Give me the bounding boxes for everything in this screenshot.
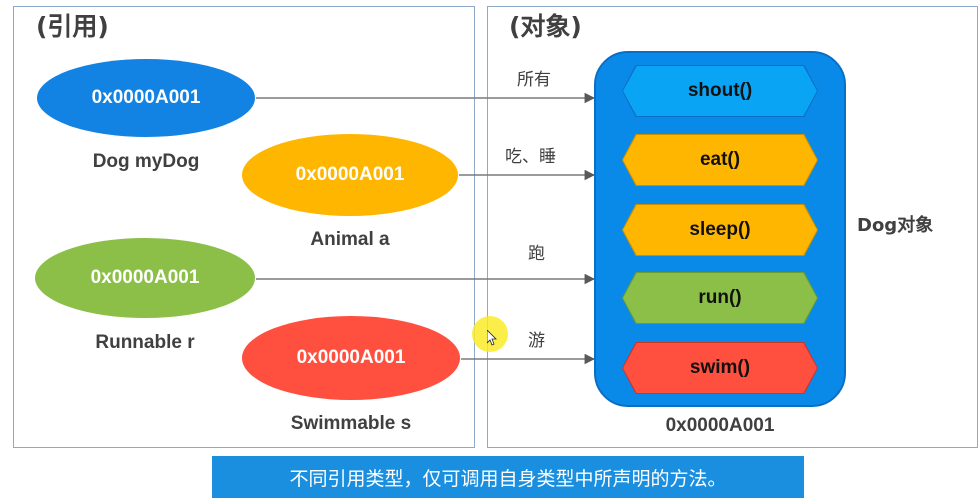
method-shout-label: shout() — [687, 80, 753, 101]
method-run-label: run() — [698, 287, 742, 308]
mouse-pointer-icon — [487, 330, 497, 346]
arrow-label-run: 跑 — [528, 244, 545, 264]
arrow-label-all: 所有 — [517, 70, 551, 90]
object-address: 0x0000A001 — [665, 415, 775, 436]
method-swim: swim() — [622, 342, 818, 394]
method-eat: eat() — [622, 134, 818, 186]
method-sleep-label: sleep() — [689, 219, 751, 240]
method-swim-label: swim() — [689, 357, 751, 378]
caption-banner: 不同引用类型，仅可调用自身类型中所声明的方法。 — [212, 456, 804, 498]
method-shout: shout() — [622, 65, 818, 117]
arrow-label-swim: 游 — [528, 331, 545, 351]
method-sleep: sleep() — [622, 204, 818, 256]
method-run: run() — [622, 272, 818, 324]
object-label: Dog对象 — [857, 215, 934, 236]
arrow-label-eat-sleep: 吃、睡 — [505, 147, 556, 167]
method-eat-label: eat() — [699, 149, 741, 170]
caption-text: 不同引用类型，仅可调用自身类型中所声明的方法。 — [289, 467, 727, 490]
